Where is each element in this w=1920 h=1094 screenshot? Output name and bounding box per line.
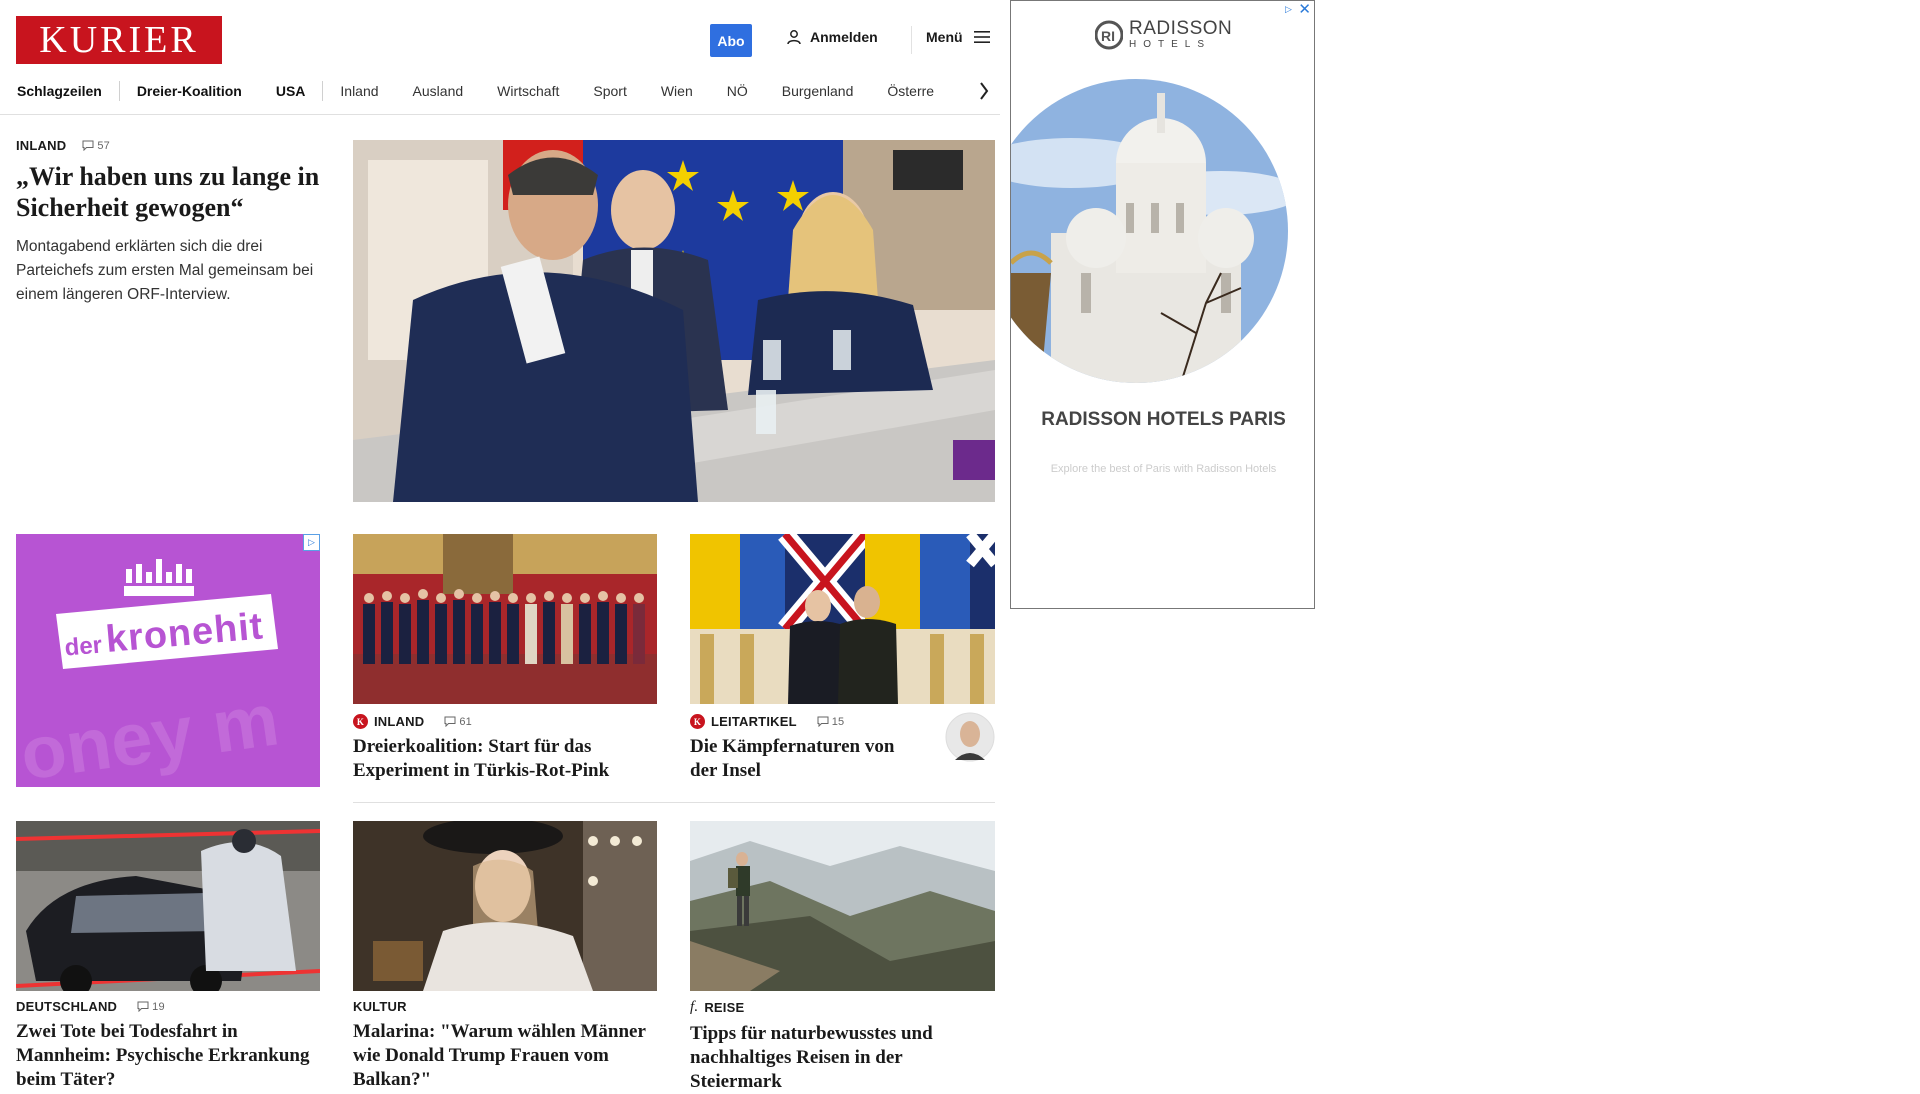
card-koalition[interactable]: K INLAND 61 Dreierkoalition: Start für d… [353, 714, 657, 783]
kicker-label: LEITARTIKEL [711, 714, 797, 729]
comment-icon [82, 140, 94, 151]
kronehit-logo-pre: der [63, 631, 104, 662]
comment-icon [817, 716, 829, 727]
kicker-label: DEUTSCHLAND [16, 999, 118, 1014]
nav-divider [322, 81, 324, 101]
login-button[interactable]: Anmelden [786, 29, 878, 45]
adchoices-icon[interactable]: ▷ [1281, 2, 1296, 17]
comment-count[interactable]: 61 [444, 716, 472, 728]
comment-count[interactable]: 19 [137, 1001, 165, 1013]
radisson-rh-icon: RI [1095, 20, 1123, 49]
comment-count[interactable]: 57 [82, 140, 110, 152]
close-ad-icon[interactable]: ✕ [1298, 1, 1311, 18]
kicker-label: INLAND [374, 714, 425, 729]
section-nav: Schlagzeilen Dreier-Koalition USA Inland… [0, 76, 1000, 115]
user-icon [787, 30, 801, 45]
card-image-insel[interactable] [690, 534, 995, 704]
comment-count-value: 61 [459, 715, 472, 728]
card-image-koalition[interactable] [353, 534, 657, 704]
kicker-label: INLAND [16, 138, 67, 153]
freizeit-icon: f. [690, 999, 699, 1015]
kurier-logo[interactable]: KURIER [16, 16, 222, 64]
nav-item-sport[interactable]: Sport [593, 83, 626, 99]
author-avatar[interactable] [945, 712, 995, 762]
lead-kicker: INLAND 57 [16, 138, 326, 153]
login-label: Anmelden [810, 29, 878, 45]
chevron-right-icon[interactable] [978, 80, 990, 102]
nav-item-usa[interactable]: USA [276, 83, 306, 99]
card-image-malarina[interactable] [353, 821, 657, 991]
lead-title[interactable]: „Wir haben uns zu lange in Sicherheit ge… [16, 161, 326, 223]
card-kicker: KULTUR [353, 999, 657, 1014]
radisson-headline: RADISSON HOTELS PARIS [1041, 409, 1286, 430]
comment-count-value: 15 [831, 715, 845, 728]
card-title[interactable]: Zwei Tote bei Todesfahrt in Mannheim: Ps… [16, 1020, 320, 1092]
kicker-label: REISE [704, 1000, 745, 1015]
nav-item-burgenland[interactable]: Burgenland [782, 83, 854, 99]
comment-count[interactable]: 15 [817, 716, 845, 728]
header-divider [911, 26, 912, 54]
radisson-brand-2: HOTELS [1129, 39, 1212, 50]
radisson-subline: Explore the best of Paris with Radisson … [1050, 463, 1277, 475]
card-malarina[interactable]: KULTUR Malarina: "Warum wählen Männer wi… [353, 999, 657, 1092]
comment-icon [444, 716, 456, 727]
radisson-brand-1: RADISSON [1129, 18, 1233, 39]
lead-teaser: Montagabend erklärten sich die drei Part… [16, 238, 314, 303]
lead-image[interactable] [353, 140, 995, 502]
section-divider [353, 802, 995, 803]
comment-count-value: 19 [152, 1000, 165, 1013]
nav-item-noe[interactable]: NÖ [727, 83, 748, 99]
lead-story[interactable]: INLAND 57 „Wir haben uns zu lange in Sic… [16, 138, 326, 307]
nav-item-wirtschaft[interactable]: Wirtschaft [497, 83, 559, 99]
card-leitartikel[interactable]: K LEITARTIKEL 15 Die Kämpfernaturen von … [690, 712, 995, 783]
card-image-mannheim[interactable] [16, 821, 320, 991]
kicker-label: KULTUR [353, 999, 407, 1014]
nav-item-wien[interactable]: Wien [661, 83, 693, 99]
menu-button[interactable]: Menü [926, 29, 991, 45]
card-kicker: K INLAND 61 [353, 714, 657, 729]
card-image-reise[interactable] [690, 821, 995, 991]
menu-label: Menü [926, 29, 963, 45]
hamburger-icon [973, 31, 990, 43]
nav-item-inland[interactable]: Inland [340, 83, 378, 99]
nav-item-ausland[interactable]: Ausland [413, 83, 464, 99]
nav-item-dreier-koalition[interactable]: Dreier-Koalition [137, 83, 242, 99]
card-title[interactable]: Malarina: "Warum wählen Männer wie Donal… [353, 1020, 657, 1092]
card-kicker: DEUTSCHLAND 19 [16, 999, 320, 1014]
nav-divider [118, 81, 120, 101]
abo-button[interactable]: Abo [710, 24, 752, 57]
kronehit-ad[interactable]: der kronehit oney m ▷ [16, 534, 320, 787]
card-title[interactable]: Dreierkoalition: Start für das Experimen… [353, 735, 657, 783]
kurier-k-icon: K [690, 714, 705, 729]
svg-text:RI: RI [1101, 28, 1115, 44]
radisson-ad[interactable]: ▷ ✕ RI RADISSON HOTELS RADISSON HOTELS P… [1010, 0, 1315, 609]
sacre-coeur-image [1011, 79, 1288, 383]
comment-icon [137, 1001, 149, 1012]
card-title[interactable]: Die Kämpfernaturen von der Insel [690, 735, 920, 783]
adchoices-icon[interactable]: ▷ [303, 534, 320, 551]
radisson-logo: RI RADISSON HOTELS [1095, 19, 1232, 50]
card-title[interactable]: Tipps für naturbewusstes und nachhaltige… [690, 1022, 995, 1094]
card-mannheim[interactable]: DEUTSCHLAND 19 Zwei Tote bei Todesfahrt … [16, 999, 320, 1092]
comment-count-value: 57 [97, 139, 110, 152]
nav-item-schlagzeilen[interactable]: Schlagzeilen [17, 83, 102, 99]
kurier-k-icon: K [353, 714, 368, 729]
card-kicker: f. REISE [690, 999, 995, 1016]
nav-item-oesterreich[interactable]: Österre [887, 83, 934, 99]
